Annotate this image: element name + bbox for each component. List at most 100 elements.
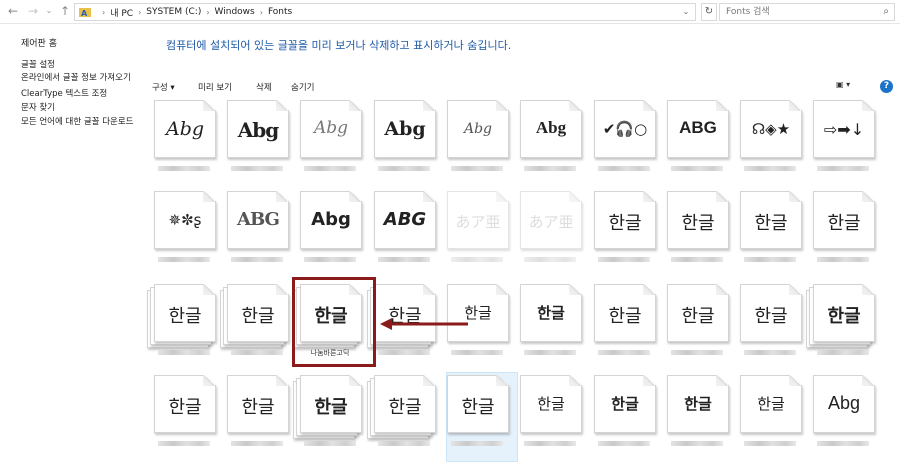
font-tile[interactable]: 한글 bbox=[592, 284, 656, 360]
font-tile[interactable]: Abg bbox=[518, 100, 582, 176]
up-arrow-icon[interactable]: ↑ bbox=[58, 4, 72, 18]
font-tile[interactable]: Abg bbox=[372, 100, 436, 176]
font-sample: 한글 bbox=[754, 306, 788, 327]
font-tile[interactable]: Abg bbox=[152, 100, 216, 176]
font-tile[interactable]: 한글 bbox=[806, 284, 875, 360]
font-settings-link[interactable]: 글꼴 설정 bbox=[21, 60, 136, 70]
font-tile[interactable]: あア亜 bbox=[518, 191, 582, 267]
font-sample: 한글 bbox=[681, 213, 715, 234]
font-tile[interactable]: 한글 bbox=[665, 191, 729, 267]
font-name-redacted bbox=[817, 166, 869, 171]
font-sample: Abg bbox=[827, 393, 861, 413]
font-file-icon: あア亜 bbox=[520, 191, 582, 249]
font-tile[interactable]: 한글 bbox=[665, 284, 729, 360]
font-tile[interactable]: 한글 bbox=[152, 375, 216, 451]
font-tile[interactable]: 한글 bbox=[738, 375, 802, 451]
font-name-redacted bbox=[744, 441, 796, 446]
font-file-icon: 한글 bbox=[667, 191, 729, 249]
font-sample: 한글 bbox=[827, 306, 861, 327]
font-sample: ABG bbox=[679, 118, 717, 137]
font-tile[interactable]: 한글 bbox=[811, 191, 875, 267]
font-file-icon: Abg bbox=[813, 375, 875, 433]
search-icon[interactable]: ⌕ bbox=[883, 6, 889, 17]
font-file-icon: 한글 bbox=[740, 375, 802, 433]
font-sample: 한글 bbox=[684, 395, 712, 413]
font-tile[interactable]: 한글 bbox=[738, 191, 802, 267]
character-map-link[interactable]: 문자 찾기 bbox=[21, 103, 136, 113]
font-name-redacted bbox=[158, 441, 210, 446]
chevron-down-icon[interactable]: ⌄ bbox=[681, 6, 691, 18]
font-tile[interactable]: Abg bbox=[225, 100, 289, 176]
back-arrow-icon[interactable]: ← bbox=[6, 4, 20, 18]
font-tile[interactable]: 한글 bbox=[445, 375, 509, 451]
font-file-icon: 한글 bbox=[667, 284, 729, 342]
font-name-redacted bbox=[304, 257, 356, 262]
left-pane: 제어판 홈 글꼴 설정 온라인에서 글꼴 정보 가져오기 ClearType 텍… bbox=[0, 25, 140, 462]
font-sample: Abg bbox=[237, 118, 280, 142]
font-sample: 한글 bbox=[537, 395, 565, 413]
search-input[interactable] bbox=[720, 4, 870, 20]
font-file-icon: ABG bbox=[667, 100, 729, 158]
crumb-windows[interactable]: Windows bbox=[215, 7, 255, 17]
search-box: ⌕ bbox=[719, 3, 895, 21]
font-name-redacted bbox=[817, 257, 869, 262]
font-tile[interactable]: 한글 bbox=[293, 375, 362, 451]
font-tile[interactable]: 한글 bbox=[592, 375, 656, 451]
font-tile[interactable]: 한글 bbox=[518, 284, 582, 360]
font-tile[interactable]: Abg bbox=[298, 191, 362, 267]
get-font-info-online-link[interactable]: 온라인에서 글꼴 정보 가져오기 bbox=[21, 73, 136, 83]
download-fonts-link[interactable]: 모든 언어에 대한 글꼴 다운로드 bbox=[21, 117, 136, 127]
crumb-fonts[interactable]: Fonts bbox=[268, 7, 292, 17]
font-sample: 한글 bbox=[461, 397, 495, 418]
font-sample: 한글 bbox=[611, 395, 639, 413]
font-tile[interactable]: ABG bbox=[665, 100, 729, 176]
page-description: 컴퓨터에 설치되어 있는 글꼴을 미리 보거나 삭제하고 표시하거나 숨깁니다. bbox=[166, 39, 512, 52]
font-tile[interactable]: ✵✼ʂ bbox=[152, 191, 216, 267]
view-options-icon[interactable]: ▣ ▾ bbox=[836, 80, 858, 92]
help-icon[interactable]: ? bbox=[880, 80, 893, 93]
font-file-icon: Abg bbox=[300, 191, 362, 249]
forward-arrow-icon[interactable]: → bbox=[26, 4, 40, 18]
font-tile[interactable]: 한글 bbox=[220, 284, 289, 360]
font-tile[interactable]: 한글 bbox=[225, 375, 289, 451]
refresh-icon[interactable]: ↻ bbox=[701, 3, 717, 21]
organize-button[interactable]: 구성 ▾ bbox=[152, 81, 175, 93]
font-name-redacted bbox=[744, 166, 796, 171]
font-tile[interactable]: ABG bbox=[225, 191, 289, 267]
font-file-icon: ⇨➡↓ bbox=[813, 100, 875, 158]
font-tile[interactable]: 한글 bbox=[518, 375, 582, 451]
font-sample: 한글 bbox=[168, 306, 202, 327]
font-tile[interactable]: Abg bbox=[445, 100, 509, 176]
fonts-folder-icon: A bbox=[79, 7, 91, 18]
font-tile[interactable]: ✔🎧○ bbox=[592, 100, 656, 176]
font-tile[interactable]: 한글 bbox=[738, 284, 802, 360]
font-name-redacted bbox=[451, 441, 503, 446]
font-name-redacted bbox=[451, 350, 503, 355]
font-tile[interactable]: 한글 bbox=[147, 284, 216, 360]
font-name-redacted bbox=[158, 166, 210, 171]
hide-button[interactable]: 숨기기 bbox=[291, 81, 314, 93]
font-file-icon: 한글 bbox=[227, 284, 289, 342]
font-tile[interactable]: あア亜 bbox=[445, 191, 509, 267]
preview-button[interactable]: 미리 보기 bbox=[198, 81, 232, 93]
font-tile[interactable]: Abg bbox=[298, 100, 362, 176]
font-tile[interactable]: ABG bbox=[372, 191, 436, 267]
font-tile[interactable]: Abg bbox=[811, 375, 875, 451]
font-name-redacted bbox=[524, 350, 576, 355]
recent-locations-icon[interactable]: ⌄ bbox=[42, 4, 56, 18]
font-sample: 한글 bbox=[827, 213, 861, 234]
font-sample: Abg bbox=[165, 118, 205, 140]
font-name-redacted bbox=[378, 441, 430, 446]
font-tile[interactable]: ☊◈★ bbox=[738, 100, 802, 176]
font-tile[interactable]: 한글 bbox=[592, 191, 656, 267]
font-tile[interactable]: 한글 bbox=[665, 375, 729, 451]
font-sample: あア亜 bbox=[528, 213, 574, 231]
font-tile[interactable]: ⇨➡↓ bbox=[811, 100, 875, 176]
font-tile[interactable]: 한글 bbox=[367, 375, 436, 451]
control-panel-home-link[interactable]: 제어판 홈 bbox=[21, 36, 57, 49]
cleartype-link[interactable]: ClearType 텍스트 조정 bbox=[21, 89, 136, 99]
crumb-this-pc[interactable]: 내 PC bbox=[110, 6, 133, 19]
breadcrumb[interactable]: A › 내 PC › SYSTEM (C:) › Windows › Fonts… bbox=[74, 3, 696, 21]
crumb-system-drive[interactable]: SYSTEM (C:) bbox=[146, 7, 201, 17]
delete-button[interactable]: 삭제 bbox=[256, 81, 272, 93]
